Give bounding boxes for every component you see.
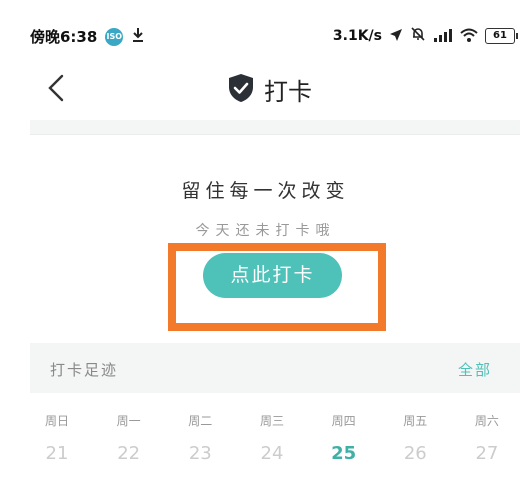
status-bar: 傍晚6:38 ISO 3.1K/s 61 bbox=[0, 0, 531, 60]
signal-icon bbox=[433, 27, 453, 46]
clock: 傍晚6:38 bbox=[30, 28, 98, 46]
day-wednesday[interactable]: 周三 24 bbox=[237, 412, 307, 464]
day-name: 周四 bbox=[331, 414, 356, 428]
footprint-header: 打卡足迹 全部 bbox=[30, 343, 520, 393]
back-button[interactable] bbox=[40, 70, 76, 106]
day-sunday[interactable]: 周日 21 bbox=[22, 412, 92, 464]
nav-bar: 打卡 bbox=[0, 60, 531, 120]
day-thursday-today[interactable]: 周四 25 bbox=[309, 412, 379, 464]
status-right: 3.1K/s 61 bbox=[332, 26, 518, 46]
day-saturday[interactable]: 周六 27 bbox=[452, 412, 522, 464]
day-number: 25 bbox=[331, 443, 357, 464]
view-all-link[interactable]: 全部 bbox=[458, 359, 492, 380]
day-friday[interactable]: 周五 26 bbox=[380, 412, 450, 464]
day-number: 21 bbox=[45, 443, 69, 464]
mute-bell-icon bbox=[410, 26, 426, 46]
day-name: 周日 bbox=[44, 414, 69, 428]
day-number: 26 bbox=[403, 443, 427, 464]
day-number: 22 bbox=[117, 443, 141, 464]
day-name: 周六 bbox=[474, 414, 499, 428]
page-title-text: 打卡 bbox=[264, 78, 312, 106]
day-name: 周一 bbox=[116, 414, 141, 428]
day-name: 周二 bbox=[188, 414, 213, 428]
wifi-icon bbox=[460, 27, 478, 46]
download-icon bbox=[131, 27, 145, 47]
day-monday[interactable]: 周一 22 bbox=[94, 412, 164, 464]
day-tuesday[interactable]: 周二 23 bbox=[165, 412, 235, 464]
day-number: 23 bbox=[188, 443, 212, 464]
app-notification-icon: ISO bbox=[105, 27, 124, 46]
day-name: 周三 bbox=[259, 414, 284, 428]
checkin-button[interactable]: 点此打卡 bbox=[203, 253, 342, 298]
checkin-status: 今天还未打卡哦 bbox=[195, 223, 336, 239]
day-number: 24 bbox=[260, 443, 284, 464]
day-name: 周五 bbox=[403, 414, 428, 428]
location-arrow-icon bbox=[389, 27, 403, 46]
shield-check-icon bbox=[228, 73, 254, 107]
footprint-title: 打卡足迹 bbox=[50, 361, 119, 379]
battery-icon: 61 bbox=[485, 28, 518, 44]
week-calendar: 周日 21 周一 22 周二 23 周三 24 周四 25 周五 26 周六 2… bbox=[22, 412, 522, 464]
day-number: 27 bbox=[475, 443, 499, 464]
page-title: 打卡 bbox=[228, 72, 312, 107]
section-divider bbox=[30, 120, 520, 135]
back-chevron-icon bbox=[48, 74, 64, 102]
network-speed: 3.1K/s bbox=[332, 28, 382, 44]
checkin-heading: 留住每一次改变 bbox=[181, 180, 350, 202]
status-left: 傍晚6:38 ISO bbox=[30, 26, 145, 47]
